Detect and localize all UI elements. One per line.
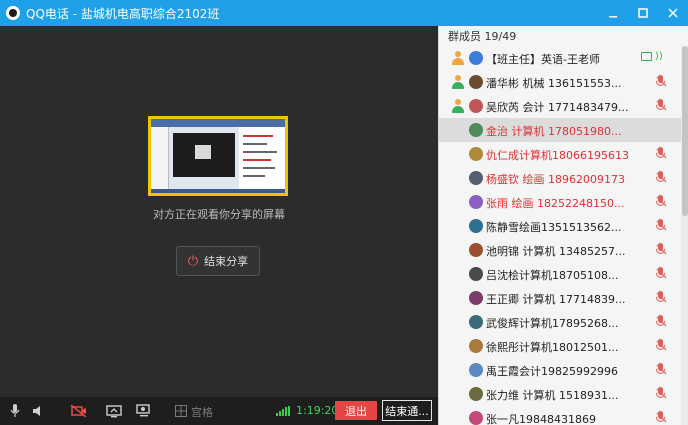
close-icon xyxy=(668,8,678,18)
mic-muted-icon xyxy=(655,291,667,305)
speaker-icon[interactable] xyxy=(31,401,45,421)
member-row[interactable]: 金治 计算机 178051980... xyxy=(439,118,681,142)
member-name: 吴欣芮 会计 1771483479... xyxy=(486,101,629,114)
member-avatar xyxy=(469,51,483,65)
minimize-button[interactable] xyxy=(598,0,628,26)
member-avatar xyxy=(469,99,483,113)
title-bar: QQ电话 - 盐城机电高职综合2102班 xyxy=(0,0,688,26)
member-name: 徐熙彤计算机18012501... xyxy=(486,341,619,354)
member-row[interactable]: 王正卿 计算机 17714839... xyxy=(439,286,681,310)
mic-muted-icon xyxy=(655,243,667,257)
member-name: 杨盛钦 绘画 18962009173 xyxy=(486,173,625,186)
member-row[interactable]: 潘华彬 机械 136151553... xyxy=(439,70,681,94)
member-name: 张雨 绘画 18252248150... xyxy=(486,197,625,210)
mic-muted-icon xyxy=(655,315,667,329)
mic-muted-icon xyxy=(655,147,667,161)
member-name: 张力维 计算机 1518931... xyxy=(486,389,619,402)
close-button[interactable] xyxy=(658,0,688,26)
member-list-scrollbar[interactable] xyxy=(681,46,688,425)
member-avatar xyxy=(469,387,483,401)
maximize-icon xyxy=(638,8,648,18)
member-role-icon xyxy=(451,51,465,65)
member-avatar xyxy=(469,195,483,209)
end-share-button[interactable]: ⏻ 结束分享 xyxy=(176,246,260,276)
member-row[interactable]: 【班主任】英语-王老师)) xyxy=(439,46,681,70)
member-avatar xyxy=(469,147,483,161)
mic-muted-icon xyxy=(655,387,667,401)
member-name: 【班主任】英语-王老师 xyxy=(486,53,600,66)
member-row[interactable]: 陈静雪绘画1351513562... xyxy=(439,214,681,238)
mic-muted-icon xyxy=(655,363,667,377)
member-avatar xyxy=(469,315,483,329)
member-row[interactable]: 张一凡19848431869 xyxy=(439,406,681,425)
grid-view-icon[interactable] xyxy=(174,401,188,421)
window-controls xyxy=(598,0,688,26)
remote-assist-icon[interactable] xyxy=(136,401,152,421)
member-name: 潘华彬 机械 136151553... xyxy=(486,77,622,90)
qq-call-logo-icon xyxy=(6,6,20,20)
member-row[interactable]: 吴欣芮 会计 1771483479... xyxy=(439,94,681,118)
microphone-icon[interactable] xyxy=(8,401,22,421)
minimize-icon xyxy=(609,16,617,18)
member-avatar xyxy=(469,291,483,305)
member-name: 武俊辉计算机17895268... xyxy=(486,317,619,330)
member-name: 禹王霞会计19825992996 xyxy=(486,365,618,378)
member-name: 池明锦 计算机 13485257... xyxy=(486,245,626,258)
member-row[interactable]: 仇仁成计算机18066195613 xyxy=(439,142,681,166)
member-name: 仇仁成计算机18066195613 xyxy=(486,149,629,162)
member-avatar xyxy=(469,75,483,89)
member-name: 金治 计算机 178051980... xyxy=(486,125,622,138)
member-name: 陈静雪绘画1351513562... xyxy=(486,221,622,234)
member-row[interactable]: 禹王霞会计19825992996 xyxy=(439,358,681,382)
member-row[interactable]: 武俊辉计算机17895268... xyxy=(439,310,681,334)
screen-share-icon[interactable] xyxy=(106,401,122,421)
member-panel: 群成员 19/49 【班主任】英语-王老师)) 潘华彬 机械 136151553.… xyxy=(438,26,688,425)
share-status-text: 对方正在观看你分享的屏幕 xyxy=(153,208,285,221)
scrollbar-thumb[interactable] xyxy=(682,46,688,216)
member-avatar xyxy=(469,219,483,233)
member-row[interactable]: 张雨 绘画 18252248150... xyxy=(439,190,681,214)
window-title: QQ电话 - 盐城机电高职综合2102班 xyxy=(26,6,220,21)
member-row[interactable]: 杨盛钦 绘画 18962009173 xyxy=(439,166,681,190)
signal-strength-icon xyxy=(276,406,292,416)
member-name: 王正卿 计算机 17714839... xyxy=(486,293,626,306)
mic-muted-icon xyxy=(655,75,667,89)
shared-screen-thumbnail[interactable] xyxy=(148,116,288,196)
member-list: 【班主任】英语-王老师)) 潘华彬 机械 136151553... 吴欣芮 会计 1… xyxy=(439,46,681,425)
exit-button[interactable]: 退出 xyxy=(335,401,377,420)
member-row[interactable]: 张力维 计算机 1518931... xyxy=(439,382,681,406)
member-avatar xyxy=(469,243,483,257)
member-avatar xyxy=(469,267,483,281)
member-avatar xyxy=(469,411,483,425)
screen-share-area: 对方正在观看你分享的屏幕 ⏻ 结束分享 xyxy=(0,26,438,397)
mic-muted-icon xyxy=(655,219,667,233)
member-avatar xyxy=(469,123,483,137)
member-role-icon xyxy=(451,99,465,113)
mic-muted-icon xyxy=(655,99,667,113)
member-name: 张一凡19848431869 xyxy=(486,413,596,425)
call-timer: 1:19:20 xyxy=(296,404,339,417)
mic-muted-icon xyxy=(655,171,667,185)
end-share-label: 结束分享 xyxy=(204,255,249,268)
member-row[interactable]: 池明锦 计算机 13485257... xyxy=(439,238,681,262)
end-call-button[interactable]: 结束通... xyxy=(382,400,432,421)
mic-muted-icon xyxy=(655,195,667,209)
mic-muted-icon xyxy=(655,267,667,281)
member-avatar xyxy=(469,339,483,353)
member-row[interactable]: 徐熙彤计算机18012501... xyxy=(439,334,681,358)
member-avatar xyxy=(469,171,483,185)
screen-sharing-speaking-icon: )) xyxy=(641,51,667,65)
member-count-title: 群成员 19/49 xyxy=(448,30,517,43)
call-toolbar: 宫格 1:19:20 退出 结束通... xyxy=(0,397,438,425)
grid-view-label[interactable]: 宫格 xyxy=(191,404,213,420)
power-icon: ⏻ xyxy=(187,253,199,269)
member-row[interactable]: 吕沈桧计算机18705108... xyxy=(439,262,681,286)
member-role-icon xyxy=(451,75,465,89)
camera-off-icon[interactable] xyxy=(71,401,87,421)
mic-muted-icon xyxy=(655,339,667,353)
member-avatar xyxy=(469,363,483,377)
mic-muted-icon xyxy=(655,411,667,425)
member-name: 吕沈桧计算机18705108... xyxy=(486,269,619,282)
maximize-button[interactable] xyxy=(628,0,658,26)
